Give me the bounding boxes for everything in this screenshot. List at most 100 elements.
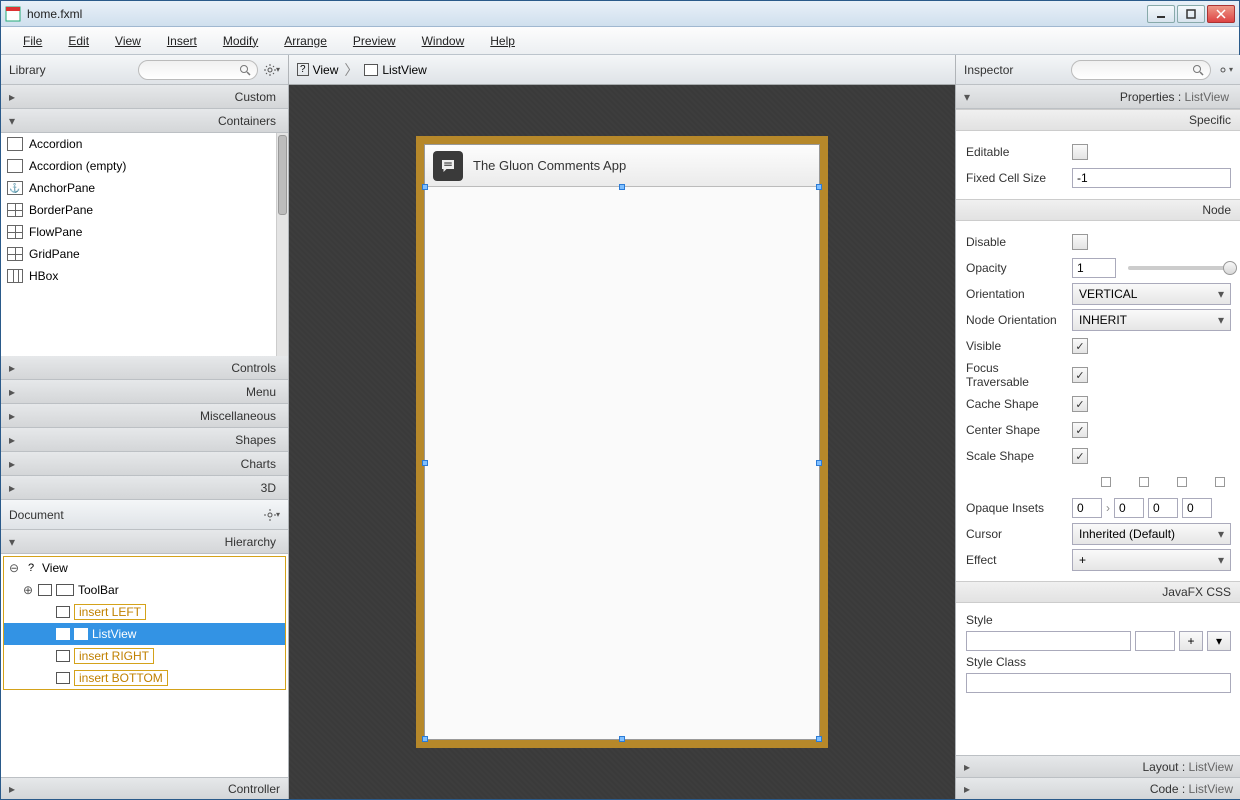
insert-placeholder[interactable]: insert BOTTOM [74,670,168,686]
menu-edit[interactable]: Edit [58,30,99,52]
preview-listview[interactable] [425,187,819,739]
question-icon: ? [24,562,38,574]
document-section-controller[interactable]: ▸Controller [1,777,288,799]
library-section-3d[interactable]: ▸3D [1,476,288,500]
inset-bottom-input[interactable] [1148,498,1178,518]
menu-view[interactable]: View [105,30,151,52]
breadcrumb-listview[interactable]: ListView [364,63,426,77]
inspector-title: Inspector [964,63,1071,77]
library-item-anchorpane[interactable]: AnchorPane [1,177,276,199]
prop-scale-shape: Scale Shape [956,443,1240,469]
inset-link-checkbox[interactable] [1139,477,1149,487]
inset-top-input[interactable] [1072,498,1102,518]
style-menu-button[interactable]: ▾ [1207,631,1231,651]
app-icon [5,6,21,22]
inset-right-input[interactable] [1114,498,1144,518]
inspector-panel-header: Inspector ▾ [956,55,1240,85]
window-titlebar[interactable]: home.fxml [1,1,1239,27]
chevron-right-icon: 〉 [344,60,358,80]
listview-icon [74,628,88,640]
gear-icon [264,509,276,521]
library-section-controls[interactable]: ▸Controls [1,356,288,380]
tree-slot-bottom[interactable]: insert BOTTOM [4,667,285,689]
container-icon [56,628,70,640]
library-section-menu[interactable]: ▸Menu [1,380,288,404]
inset-link-checkbox[interactable] [1101,477,1111,487]
menu-help[interactable]: Help [480,30,525,52]
disable-checkbox[interactable] [1072,234,1088,250]
style-add-button[interactable]: + [1179,631,1203,651]
library-section-charts[interactable]: ▸Charts [1,452,288,476]
library-settings-button[interactable]: ▾ [264,62,280,78]
style-input[interactable] [966,631,1131,651]
library-item-accordion-empty[interactable]: Accordion (empty) [1,155,276,177]
center-shape-checkbox[interactable] [1072,422,1088,438]
library-section-miscellaneous[interactable]: ▸Miscellaneous [1,404,288,428]
tree-node-view[interactable]: ⊖ ? View [4,557,285,579]
menu-preview[interactable]: Preview [343,30,406,52]
menu-arrange[interactable]: Arrange [274,30,337,52]
effect-dropdown[interactable]: + [1072,549,1231,571]
library-scrollbar[interactable] [276,133,288,356]
menu-file[interactable]: File [13,30,52,52]
menu-insert[interactable]: Insert [157,30,207,52]
library-title: Library [9,63,138,77]
prop-focus-traversable: Focus Traversable [956,359,1240,391]
library-section-shapes[interactable]: ▸Shapes [1,428,288,452]
opacity-input[interactable] [1072,258,1116,278]
scale-shape-checkbox[interactable] [1072,448,1088,464]
document-settings-button[interactable]: ▾ [264,507,280,523]
visible-checkbox[interactable] [1072,338,1088,354]
tree-node-listview[interactable]: ListView [4,623,285,645]
cache-shape-checkbox[interactable] [1072,396,1088,412]
library-item-hbox[interactable]: HBox [1,265,276,287]
inspector-layout-footer[interactable]: ▸ Layout : ListView [956,755,1240,777]
inspector-search[interactable] [1071,60,1211,80]
breadcrumb-view[interactable]: ? View [297,63,338,77]
prop-style-class: Style Class [956,653,1240,695]
question-icon: ? [297,63,309,76]
tree-node-toolbar[interactable]: ⊕ ToolBar [4,579,285,601]
minimize-button[interactable] [1147,5,1175,23]
editable-checkbox[interactable] [1072,144,1088,160]
inspector-settings-button[interactable]: ▾ [1217,62,1233,78]
close-button[interactable] [1207,5,1235,23]
style-class-input[interactable] [966,673,1231,693]
orientation-dropdown[interactable]: VERTICAL [1072,283,1231,305]
tree-slot-left[interactable]: insert LEFT [4,601,285,623]
fixed-cell-size-input[interactable] [1072,168,1231,188]
library-section-custom[interactable]: ▸Custom [1,85,288,109]
document-section-hierarchy[interactable]: ▾Hierarchy [1,530,288,554]
inset-left-input[interactable] [1182,498,1212,518]
opacity-slider[interactable] [1128,266,1231,270]
node-orientation-dropdown[interactable]: INHERIT [1072,309,1231,331]
menu-modify[interactable]: Modify [213,30,268,52]
listview-icon [364,64,378,76]
expand-icon[interactable]: ⊕ [22,583,34,597]
inspector-section-node: Node [956,199,1240,221]
inspector-code-footer[interactable]: ▸ Code : ListView [956,777,1240,799]
maximize-button[interactable] [1177,5,1205,23]
opaque-insets-links [956,469,1240,495]
library-item-accordion[interactable]: Accordion [1,133,276,155]
style-value-input[interactable] [1135,631,1175,651]
gear-icon [264,64,276,76]
focus-traversable-checkbox[interactable] [1072,367,1088,383]
prop-orientation: Orientation VERTICAL [956,281,1240,307]
design-canvas[interactable]: The Gluon Comments App [289,85,955,799]
library-item-borderpane[interactable]: BorderPane [1,199,276,221]
inset-link-checkbox[interactable] [1215,477,1225,487]
menu-window[interactable]: Window [412,30,475,52]
inset-link-checkbox[interactable] [1177,477,1187,487]
library-item-flowpane[interactable]: FlowPane [1,221,276,243]
collapse-icon[interactable]: ⊖ [8,561,20,575]
cursor-dropdown[interactable]: Inherited (Default) [1072,523,1231,545]
library-item-gridpane[interactable]: GridPane [1,243,276,265]
library-section-containers[interactable]: ▾Containers [1,109,288,133]
insert-placeholder[interactable]: insert LEFT [74,604,146,620]
inspector-properties-header[interactable]: ▾ Properties : ListView [956,85,1240,109]
search-icon [239,64,251,76]
tree-slot-right[interactable]: insert RIGHT [4,645,285,667]
insert-placeholder[interactable]: insert RIGHT [74,648,154,664]
library-search[interactable] [138,60,258,80]
